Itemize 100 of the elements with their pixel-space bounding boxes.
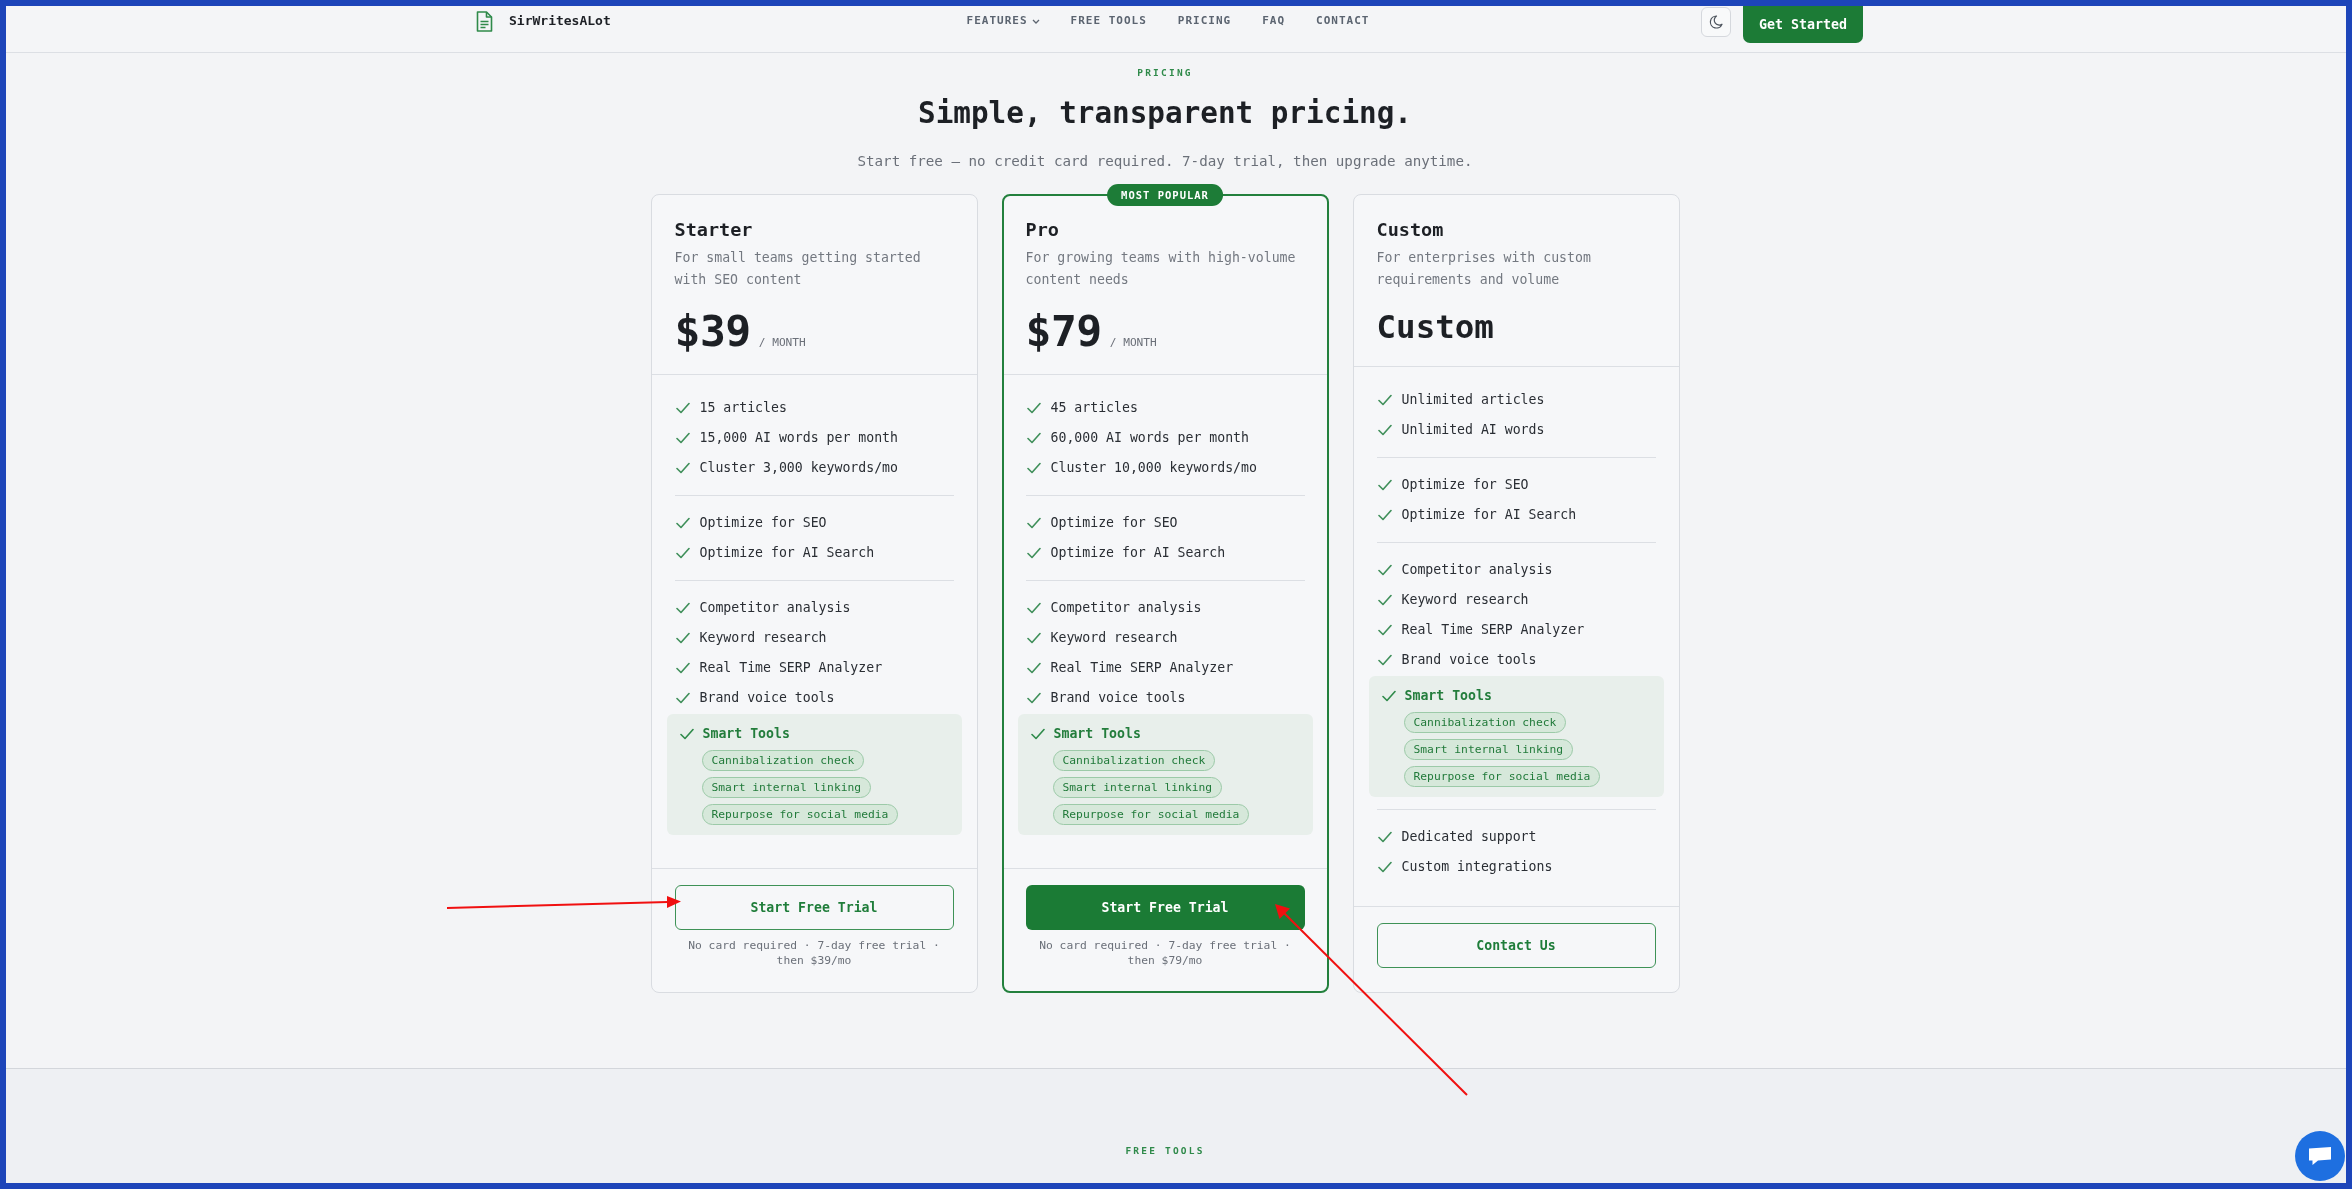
nav-link[interactable]: FREE TOOLS	[1070, 14, 1147, 28]
smart-tools-title: Smart Tools	[702, 725, 790, 743]
plan-name: Pro	[1025, 218, 1060, 242]
check-icon	[1026, 516, 1041, 530]
feature-text: Optimize for SEO	[1401, 476, 1529, 494]
check-icon	[1377, 508, 1392, 522]
check-icon	[675, 401, 690, 415]
feature-tag: Cannibalization check	[1403, 712, 1567, 733]
feature-text: Keyword research	[1050, 629, 1178, 647]
smart-tools-title: Smart Tools	[1404, 687, 1492, 705]
chevron-down-icon	[1031, 18, 1040, 24]
check-icon	[675, 691, 690, 705]
feature-tag: Smart internal linking	[1052, 777, 1223, 798]
plan-badge: MOST POPULAR	[1107, 184, 1223, 206]
feature-text: Brand voice tools	[699, 689, 835, 707]
section-title: Simple, transparent pricing.	[918, 95, 1412, 131]
section-eyebrow: FREE TOOLS	[1125, 1145, 1205, 1157]
speech-bubble-icon	[2308, 1146, 2332, 1166]
feature-tag: Repurpose for social media	[1052, 804, 1250, 825]
check-icon	[1377, 623, 1392, 637]
feature-tag: Repurpose for social media	[1403, 766, 1601, 787]
check-icon	[1026, 431, 1041, 445]
check-icon	[675, 461, 690, 475]
billing-period: / MONTH	[758, 336, 806, 349]
feature-text: 15,000 AI words per month	[699, 429, 898, 447]
check-icon	[1026, 691, 1041, 705]
check-icon	[1377, 393, 1392, 407]
feature-text: Real Time SERP Analyzer	[1401, 621, 1585, 639]
plan-price: Custom	[1376, 307, 1494, 348]
feature-text: Cluster 10,000 keywords/mo	[1050, 459, 1257, 477]
check-icon	[1030, 727, 1045, 741]
feature-tag: Smart internal linking	[1403, 739, 1574, 760]
feature-text: 45 articles	[1050, 399, 1138, 417]
feature-text: Optimize for SEO	[1050, 514, 1178, 532]
check-icon	[1026, 631, 1041, 645]
plan-description: For growing teams with high-volume content needs	[1025, 249, 1297, 289]
plan-note: No card required · 7-day free trial · then $39/mo	[687, 938, 941, 968]
check-icon	[675, 431, 690, 445]
brand-name[interactable]: SirWritesALot	[509, 13, 611, 29]
check-icon	[675, 661, 690, 675]
document-icon	[476, 10, 493, 32]
plan-description: For enterprises with custom requirements and volume	[1376, 249, 1592, 289]
feature-text: Keyword research	[1401, 591, 1529, 609]
nav-link[interactable]: CONTACT	[1316, 14, 1370, 28]
check-icon	[1377, 653, 1392, 667]
feature-text: Brand voice tools	[1401, 651, 1537, 669]
check-icon	[679, 727, 694, 741]
section-subtitle: Start free — no credit card required. 7-day trial, then upgrade anytime.	[857, 152, 1473, 171]
section-eyebrow: PRICING	[1137, 67, 1193, 79]
feature-text: Keyword research	[699, 629, 827, 647]
feature-text: Optimize for AI Search	[1050, 544, 1226, 562]
plan-note: No card required · 7-day free trial · then $79/mo	[1038, 938, 1292, 968]
check-icon	[675, 546, 690, 560]
check-icon	[1377, 860, 1392, 874]
check-icon	[1377, 423, 1392, 437]
feature-text: Real Time SERP Analyzer	[1050, 659, 1234, 677]
plan-name: Custom	[1376, 218, 1445, 242]
check-icon	[1026, 461, 1041, 475]
billing-period: / MONTH	[1109, 336, 1157, 349]
check-icon	[1026, 546, 1041, 560]
feature-text: Optimize for AI Search	[1401, 506, 1577, 524]
moon-icon	[1708, 15, 1723, 29]
smart-tools-title: Smart Tools	[1053, 725, 1141, 743]
get-started-button[interactable]: Get Started	[1742, 6, 1863, 43]
plan-cta-button[interactable]: Contact Us	[1376, 923, 1656, 968]
feature-text: Competitor analysis	[699, 599, 851, 617]
plan-cta-button[interactable]: Start Free Trial	[1025, 885, 1305, 930]
feature-text: Cluster 3,000 keywords/mo	[699, 459, 898, 477]
check-icon	[1026, 661, 1041, 675]
feature-text: Dedicated support	[1401, 828, 1537, 846]
check-icon	[675, 631, 690, 645]
plan-cta-button[interactable]: Start Free Trial	[674, 885, 954, 930]
plan-name: Starter	[674, 218, 754, 242]
plan-description: For small teams getting started with SEO content	[674, 249, 922, 289]
feature-text: Brand voice tools	[1050, 689, 1186, 707]
feature-text: Competitor analysis	[1050, 599, 1202, 617]
feature-tag: Smart internal linking	[701, 777, 872, 798]
nav-link[interactable]: PRICING	[1177, 14, 1232, 28]
check-icon	[1381, 689, 1396, 703]
nav-link[interactable]: FEATURES	[966, 14, 1040, 28]
plan-price: $39	[674, 306, 751, 356]
check-icon	[675, 601, 690, 615]
feature-text: Custom integrations	[1401, 858, 1553, 876]
check-icon	[1377, 478, 1392, 492]
feature-text: Optimize for AI Search	[699, 544, 875, 562]
feature-text: Optimize for SEO	[699, 514, 827, 532]
check-icon	[1377, 593, 1392, 607]
check-icon	[1026, 601, 1041, 615]
check-icon	[1377, 563, 1392, 577]
feature-text: Competitor analysis	[1401, 561, 1553, 579]
feature-tag: Cannibalization check	[1052, 750, 1216, 771]
plan-price: $79	[1025, 306, 1102, 356]
check-icon	[1377, 830, 1392, 844]
feature-text: 60,000 AI words per month	[1050, 429, 1249, 447]
feature-tag: Repurpose for social media	[701, 804, 899, 825]
feature-tag: Cannibalization check	[701, 750, 865, 771]
theme-toggle-button[interactable]	[1700, 7, 1731, 37]
feature-text: Unlimited articles	[1401, 391, 1545, 409]
feature-text: Real Time SERP Analyzer	[699, 659, 883, 677]
nav-link[interactable]: FAQ	[1262, 14, 1286, 28]
